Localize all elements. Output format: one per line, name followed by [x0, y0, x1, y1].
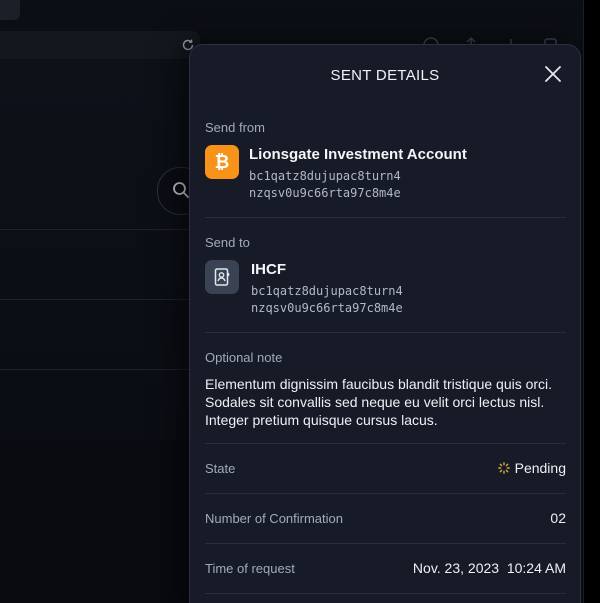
divider — [205, 332, 566, 333]
time-of-request-label: Time of request — [205, 560, 295, 576]
confirmations-label: Number of Confirmation — [205, 510, 343, 526]
search-icon — [173, 182, 189, 198]
state-text: Pending — [514, 460, 566, 476]
divider — [205, 593, 566, 594]
send-to-account: IHCF bc1qatz8dujupac8turn4 nzqsv0u9c66rt… — [205, 260, 566, 317]
bitcoin-icon: ₿ — [205, 145, 239, 179]
background-divider — [0, 299, 200, 300]
optional-note-label: Optional note — [205, 350, 283, 365]
modal-title: SENT DETAILS — [330, 67, 440, 84]
background-tab-chip — [0, 0, 20, 20]
send-to-address: bc1qatz8dujupac8turn4 nzqsv0u9c66rta97c8… — [251, 283, 403, 317]
contact-book-icon — [205, 260, 239, 294]
send-to-section: Send to IHCF bc1qatz8dujupac8turn4 nzqsv… — [205, 235, 566, 317]
send-from-address-line: nzqsv0u9c66rta97c8m4e — [249, 186, 401, 200]
background-lower-area — [0, 440, 200, 603]
svg-text:₿: ₿ — [215, 152, 230, 173]
time-of-request-value: Nov. 23, 2023 10:24 AM — [412, 560, 566, 576]
send-to-address-line: nzqsv0u9c66rta97c8m4e — [251, 301, 403, 315]
send-to-label: Send to — [205, 235, 250, 250]
divider — [205, 443, 566, 444]
send-to-contact-name: IHCF — [251, 261, 286, 278]
send-from-label: Send from — [205, 120, 265, 135]
confirmations-value: 02 — [550, 510, 566, 526]
sent-details-modal: SENT DETAILS Send from ₿ Lionsgate Inves… — [189, 44, 581, 603]
background-panel — [0, 60, 200, 440]
send-from-address-line: bc1qatz8dujupac8turn4 — [249, 169, 401, 183]
state-value: Pending — [497, 460, 566, 476]
send-to-address-line: bc1qatz8dujupac8turn4 — [251, 284, 403, 298]
background-divider — [0, 369, 200, 370]
send-from-account: ₿ Lionsgate Investment Account bc1qatz8d… — [205, 145, 566, 202]
confirmations-row: Number of Confirmation 02 — [205, 508, 566, 528]
background-divider — [0, 229, 200, 230]
send-from-address: bc1qatz8dujupac8turn4 nzqsv0u9c66rta97c8… — [249, 168, 467, 202]
send-from-section: Send from ₿ Lionsgate Investment Account… — [205, 120, 566, 202]
divider — [205, 543, 566, 544]
divider — [205, 493, 566, 494]
screen: SENT DETAILS Send from ₿ Lionsgate Inves… — [0, 0, 600, 603]
state-row: State Pending — [205, 458, 566, 478]
background-address-bar — [0, 31, 200, 59]
divider — [205, 217, 566, 218]
time-of-request-row: Time of request Nov. 23, 2023 10:24 AM — [205, 558, 566, 578]
close-icon[interactable] — [543, 64, 563, 84]
optional-note-section: Optional note Elementum dignissim faucib… — [205, 350, 566, 429]
optional-note-text: Elementum dignissim faucibus blandit tri… — [205, 376, 553, 428]
send-from-account-name: Lionsgate Investment Account — [249, 146, 467, 163]
spinner-icon — [497, 462, 510, 474]
state-label: State — [205, 460, 236, 476]
